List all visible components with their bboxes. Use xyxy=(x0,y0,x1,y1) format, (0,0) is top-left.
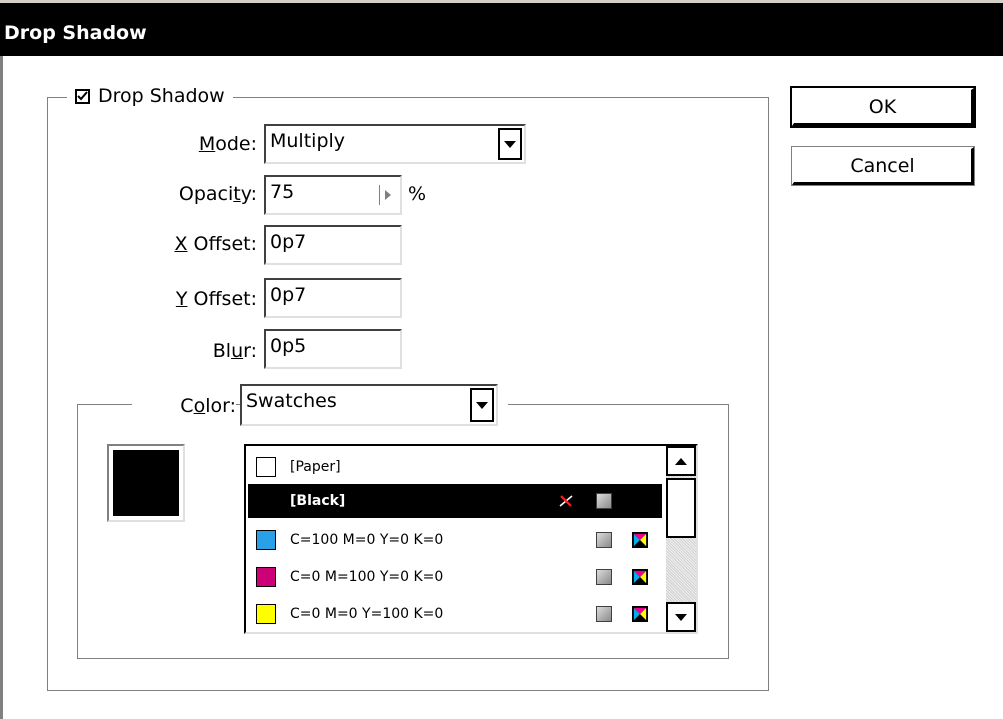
swatch-name: [Black] xyxy=(290,493,346,509)
swatch-row-cyan[interactable]: C=100 M=0 Y=0 K=0 xyxy=(248,523,662,557)
color-preview-fill xyxy=(113,450,179,516)
swatch-row-yellow[interactable]: C=0 M=0 Y=100 K=0 xyxy=(248,597,662,631)
swatch-name: C=0 M=100 Y=0 K=0 xyxy=(290,569,444,585)
swatch-chip xyxy=(256,457,276,477)
swatch-row-magenta[interactable]: C=0 M=100 Y=0 K=0 xyxy=(248,560,662,594)
swatch-chip xyxy=(256,567,276,587)
color-label: Color: xyxy=(132,395,236,417)
drop-shadow-dialog: Drop Shadow Drop Shadow Mode: Multiply O… xyxy=(0,0,1003,719)
blur-label: Blur: xyxy=(212,340,257,362)
opacity-slider-button[interactable] xyxy=(379,185,396,205)
color-dropdown-button[interactable] xyxy=(470,388,494,422)
mode-dropdown-button[interactable] xyxy=(498,128,522,160)
swatch-row-black[interactable]: [Black] xyxy=(248,484,662,518)
mode-value: Multiply xyxy=(270,130,346,152)
color-source-value: Swatches xyxy=(246,390,337,412)
mode-label: Mode: xyxy=(198,133,257,155)
color-preview xyxy=(107,444,185,522)
cmyk-icon xyxy=(632,532,648,548)
opacity-label: Opacity: xyxy=(178,183,257,205)
swatch-name: C=100 M=0 Y=0 K=0 xyxy=(290,532,444,548)
ok-button[interactable]: OK xyxy=(790,86,976,128)
arrow-down-icon xyxy=(675,613,687,621)
swatch-list[interactable]: [Paper] [Black] C=100 M=0 Y=0 K=0 C=0 M=… xyxy=(244,444,698,634)
color-source-select[interactable]: Swatches xyxy=(240,384,498,426)
drop-shadow-checkbox[interactable] xyxy=(75,88,90,104)
window-edge xyxy=(0,56,3,719)
drop-shadow-checkbox-row[interactable]: Drop Shadow xyxy=(67,85,233,107)
process-icon xyxy=(596,606,612,622)
swatch-scrollbar[interactable] xyxy=(666,446,696,632)
cmyk-icon xyxy=(632,606,648,622)
opacity-field[interactable]: 75 xyxy=(264,175,402,215)
cancel-button[interactable]: Cancel xyxy=(792,147,974,185)
scrollbar-thumb[interactable] xyxy=(666,478,696,538)
swatch-row-paper[interactable]: [Paper] xyxy=(248,450,662,484)
swatch-name: C=0 M=0 Y=100 K=0 xyxy=(290,606,444,622)
arrow-up-icon xyxy=(675,457,687,465)
no-edit-icon xyxy=(559,495,573,507)
mode-select[interactable]: Multiply xyxy=(264,124,526,164)
color-legend-gap xyxy=(498,400,508,408)
y-offset-label: Y Offset: xyxy=(175,288,257,310)
swatch-chip xyxy=(256,604,276,624)
swatch-chip xyxy=(256,491,276,511)
process-icon xyxy=(596,493,612,509)
blur-field[interactable]: 0p5 xyxy=(264,329,402,369)
chevron-down-icon xyxy=(476,401,488,409)
cmyk-icon xyxy=(632,569,648,585)
x-offset-label: X Offset: xyxy=(174,233,257,255)
x-offset-value: 0p7 xyxy=(270,231,307,253)
y-offset-value: 0p7 xyxy=(270,284,307,306)
swatch-name: [Paper] xyxy=(290,459,341,475)
opacity-unit: % xyxy=(408,183,427,205)
swatch-chip xyxy=(256,530,276,550)
blur-value: 0p5 xyxy=(270,335,307,357)
chevron-down-icon xyxy=(504,140,516,148)
process-icon xyxy=(596,532,612,548)
y-offset-field[interactable]: 0p7 xyxy=(264,278,402,318)
drop-shadow-label: Drop Shadow xyxy=(98,85,225,107)
scroll-down-button[interactable] xyxy=(666,602,696,632)
x-offset-field[interactable]: 0p7 xyxy=(264,225,402,265)
opacity-value: 75 xyxy=(270,181,295,203)
scroll-up-button[interactable] xyxy=(666,446,696,476)
process-icon xyxy=(596,569,612,585)
title-bar[interactable]: Drop Shadow xyxy=(0,0,1003,56)
dialog-title: Drop Shadow xyxy=(4,22,147,44)
arrow-right-icon xyxy=(385,190,391,200)
checkmark-icon xyxy=(77,90,88,100)
